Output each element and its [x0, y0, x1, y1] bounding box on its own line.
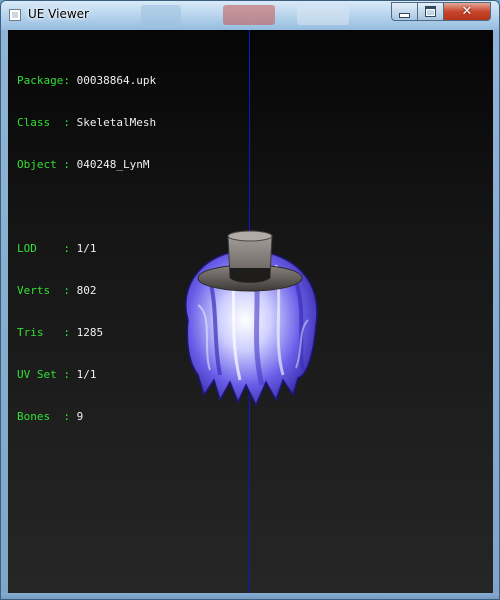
background-blur-decoration: [141, 5, 181, 25]
info-label: UV Set :: [17, 368, 70, 381]
info-label: Bones :: [17, 410, 70, 423]
info-value: 1/1: [76, 242, 97, 255]
info-label: Package:: [17, 74, 70, 87]
info-row-uvset: UV Set : 1/1: [17, 368, 156, 382]
close-button[interactable]: ✕: [444, 2, 491, 21]
info-value: 040248_LynM: [76, 158, 150, 171]
window-app-icon[interactable]: [9, 9, 21, 21]
info-row-tris: Tris : 1285: [17, 326, 156, 340]
maximize-button[interactable]: [418, 2, 444, 21]
info-label: Class :: [17, 116, 70, 129]
info-row-class: Class : SkeletalMesh: [17, 116, 156, 130]
mesh-info-overlay: Package: 00038864.upk Class : SkeletalMe…: [17, 46, 156, 452]
window-title: UE Viewer: [28, 7, 89, 21]
info-row-object: Object : 040248_LynM: [17, 158, 156, 172]
info-row-bones: Bones : 9: [17, 410, 156, 424]
info-row-lod: LOD : 1/1: [17, 242, 156, 256]
maximize-icon: [425, 6, 436, 17]
info-label: Verts :: [17, 284, 70, 297]
info-value: 9: [76, 410, 84, 423]
info-row-verts: Verts : 802: [17, 284, 156, 298]
info-value: 1285: [76, 326, 104, 339]
info-label: Tris :: [17, 326, 70, 339]
info-label: LOD :: [17, 242, 70, 255]
info-row-package: Package: 00038864.upk: [17, 74, 156, 88]
title-bar[interactable]: UE Viewer ✕: [1, 1, 499, 30]
background-blur-decoration: [223, 5, 275, 25]
background-blur-decoration: [297, 5, 349, 25]
info-value: 802: [76, 284, 97, 297]
info-value: SkeletalMesh: [76, 116, 157, 129]
info-value: 1/1: [76, 368, 97, 381]
3d-viewport[interactable]: Package: 00038864.upk Class : SkeletalMe…: [8, 30, 493, 593]
app-window: UE Viewer ✕ Package: 00038864.upk Class …: [0, 0, 500, 600]
minimize-button[interactable]: [391, 2, 418, 21]
skeletal-mesh-model[interactable]: [158, 190, 338, 430]
info-value: 00038864.upk: [76, 74, 157, 87]
window-bottom-frame: [1, 593, 499, 599]
close-icon: ✕: [461, 4, 473, 19]
minimize-icon: [399, 12, 410, 18]
info-label: Object :: [17, 158, 70, 171]
